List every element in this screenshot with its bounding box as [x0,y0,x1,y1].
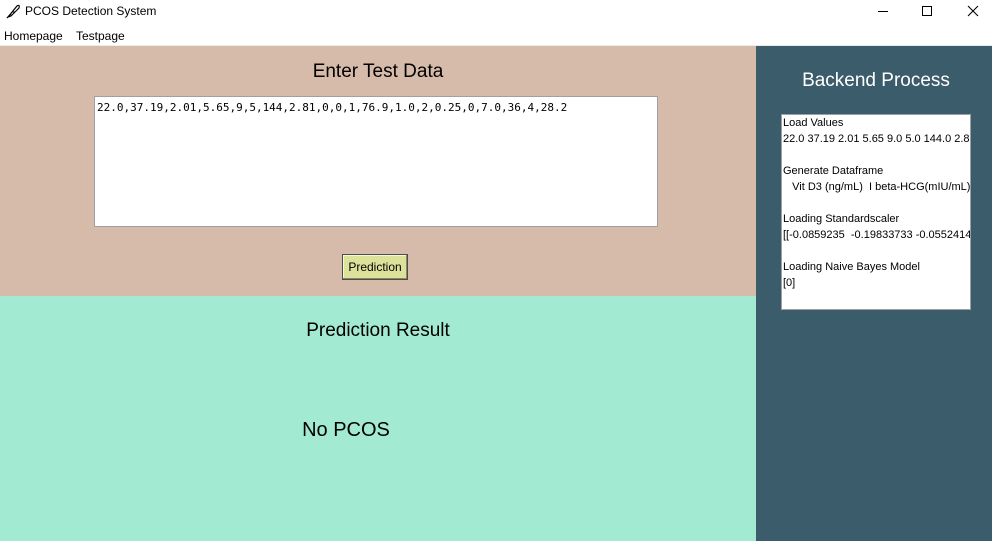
minimize-button[interactable] [860,0,906,22]
log-line: Vit D3 (ng/mL) I beta-HCG(mIU/mL) [783,181,971,193]
menu-bar: Homepage Testpage [0,26,992,45]
close-button[interactable] [950,0,992,22]
prediction-result-value: No PCOS [302,419,390,441]
menu-homepage[interactable]: Homepage [4,29,63,43]
prediction-result-panel: Prediction Result No PCOS [0,296,756,541]
log-line: Load Values [783,117,844,129]
log-line: Generate Dataframe [783,165,884,177]
close-icon [967,5,979,17]
maximize-button[interactable] [904,0,950,22]
test-data-input[interactable]: 22.0,37.19,2.01,5.65,9,5,144,2.81,0,0,1,… [94,96,658,227]
backend-log-box[interactable]: Load Values 22.0 37.19 2.01 5.65 9.0 5.0… [781,114,971,310]
backend-process-panel: Backend Process Load Values 22.0 37.19 2… [756,46,992,541]
maximize-icon [922,6,932,16]
prediction-result-heading: Prediction Result [306,320,450,341]
enter-test-data-heading: Enter Test Data [312,61,444,82]
menu-testpage[interactable]: Testpage [76,29,125,43]
log-line: 22.0 37.19 2.01 5.65 9.0 5.0 144.0 2.81 [783,133,971,145]
log-line: [[-0.0859235 -0.19833733 -0.05524148 [783,229,971,241]
log-line: Loading Naive Bayes Model [783,261,920,273]
window-title: PCOS Detection System [25,4,157,18]
backend-process-heading: Backend Process [802,70,950,91]
minimize-icon [878,11,888,12]
log-line: [0] [783,277,796,289]
prediction-button[interactable]: Prediction [342,254,408,280]
title-bar: PCOS Detection System [0,0,992,22]
feather-icon [6,4,20,19]
log-line: Loading Standardscaler [783,213,900,225]
enter-test-data-panel: Enter Test Data 22.0,37.19,2.01,5.65,9,5… [0,46,756,296]
